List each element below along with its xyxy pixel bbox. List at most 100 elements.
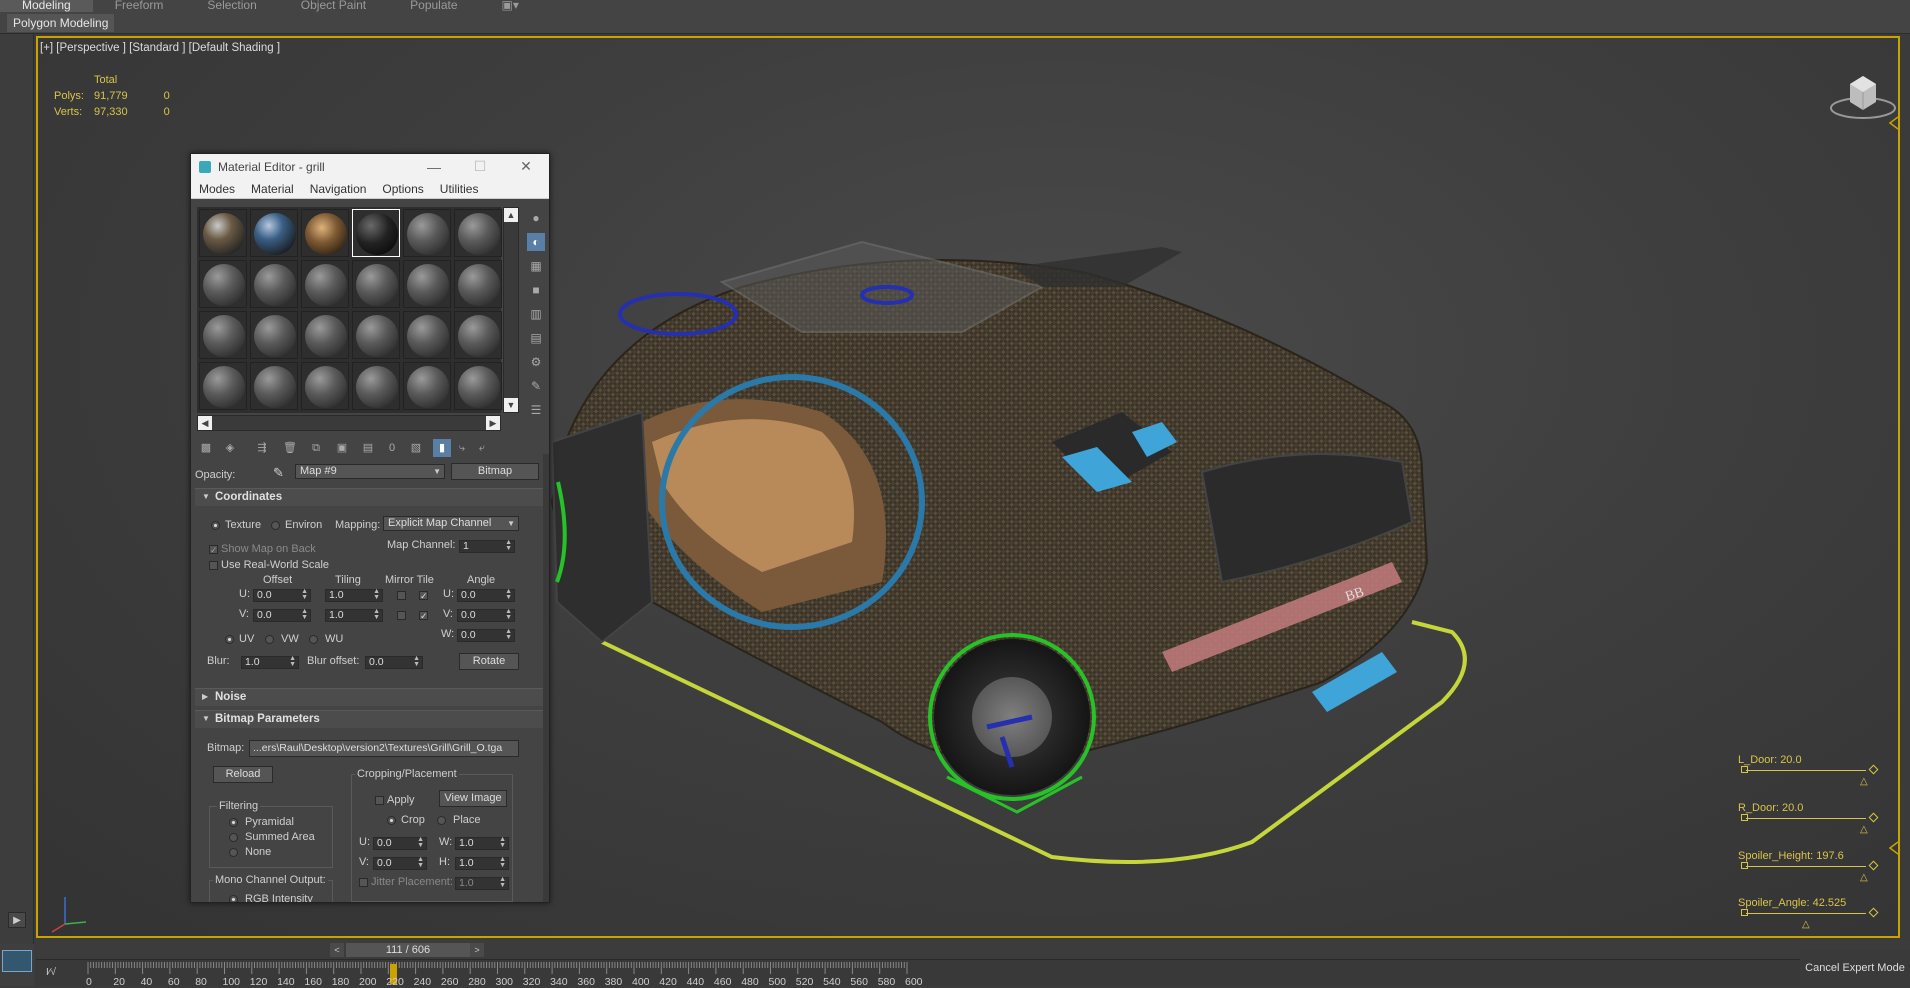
show-map-on-back-checkbox[interactable]: ✓ — [209, 545, 218, 555]
scroll-right-icon[interactable]: ▶ — [486, 416, 500, 430]
material-slot[interactable] — [301, 311, 349, 359]
material-slot[interactable] — [403, 311, 451, 359]
assign-material-icon[interactable]: ⇶ — [253, 439, 271, 457]
view-image-button[interactable]: View Image — [439, 790, 507, 807]
vw-radio[interactable] — [265, 635, 274, 644]
v-tile-checkbox[interactable]: ✓ — [419, 611, 428, 621]
show-end-result-icon[interactable]: ▧ — [407, 439, 425, 457]
material-map-navigator-icon[interactable]: ☰ — [527, 401, 545, 419]
crop-radio[interactable] — [387, 816, 396, 825]
menu-navigation[interactable]: Navigation — [302, 179, 375, 198]
key-mode-icon[interactable]: I∕√ — [46, 967, 56, 978]
backlight-icon[interactable]: ◐ — [527, 233, 545, 251]
apply-checkbox[interactable] — [375, 796, 384, 805]
uv-tiling-icon[interactable]: ■ — [527, 281, 545, 299]
scroll-up-icon[interactable]: ▲ — [504, 208, 518, 222]
param-l-door[interactable]: L_Door: 20.0 △ — [1738, 754, 1879, 787]
select-by-material-icon[interactable]: ✎ — [527, 377, 545, 395]
cancel-expert-mode-button[interactable]: Cancel Expert Mode — [1800, 950, 1910, 986]
material-slot[interactable] — [301, 362, 349, 410]
maximize-icon[interactable]: ☐ — [457, 158, 503, 175]
material-slot[interactable] — [352, 362, 400, 410]
next-frame-icon[interactable]: > — [470, 943, 484, 957]
jitter-checkbox[interactable] — [359, 878, 368, 887]
bitmap-parameters-rollout[interactable]: ▼ Bitmap Parameters — [195, 710, 547, 728]
v-offset-spinner[interactable]: 0.0 ▲ ▼ — [253, 608, 311, 622]
put-to-library-icon[interactable]: ▣ — [333, 439, 351, 457]
show-shaded-icon[interactable]: 0 — [383, 439, 401, 457]
map-type-button[interactable]: Bitmap — [451, 463, 539, 480]
reset-map-icon[interactable]: 🗑 — [281, 439, 299, 457]
rollout-scrollbar[interactable] — [543, 454, 549, 902]
material-slot[interactable] — [199, 260, 247, 308]
jitter-spinner[interactable]: 1.0 ▲ ▼ — [455, 876, 509, 890]
pyramidal-radio[interactable] — [229, 818, 238, 827]
tab-object-paint[interactable]: Object Paint — [279, 0, 388, 12]
u-angle-spinner[interactable]: 0.0 ▲ ▼ — [457, 588, 515, 602]
make-unique-icon[interactable]: ⧉ — [307, 439, 325, 457]
tab-modeling[interactable]: Modeling — [0, 0, 93, 12]
options-icon[interactable]: ⚙ — [527, 353, 545, 371]
material-slot[interactable] — [199, 362, 247, 410]
video-color-check-icon[interactable]: ▥ — [527, 305, 545, 323]
polygon-modeling-button[interactable]: Polygon Modeling — [7, 14, 115, 32]
play-arrow-icon[interactable]: ▶ — [8, 912, 26, 928]
coordinates-rollout[interactable]: ▼ Coordinates — [195, 488, 547, 506]
eyedropper-icon[interactable]: ✎ — [273, 465, 284, 481]
material-slot[interactable] — [352, 260, 400, 308]
time-slider[interactable]: 111 / 606 — [346, 943, 470, 957]
texture-radio[interactable] — [211, 521, 220, 530]
get-material-icon[interactable]: ▩ — [197, 439, 215, 457]
material-slot[interactable] — [301, 209, 349, 257]
sample-type-icon[interactable]: ● — [527, 209, 545, 227]
scroll-down-icon[interactable]: ▼ — [504, 398, 518, 412]
go-forward-icon[interactable]: ⤷ — [453, 439, 471, 457]
slots-horizontal-scrollbar[interactable]: ◀ ▶ — [197, 415, 501, 431]
ribbon-options-icon[interactable]: ▣▾ — [480, 0, 541, 12]
material-id-icon[interactable]: ▤ — [359, 439, 377, 457]
material-slot[interactable] — [301, 260, 349, 308]
blur-spinner[interactable]: 1.0 ▲ ▼ — [241, 655, 299, 669]
material-slot[interactable] — [403, 260, 451, 308]
slider-handle-icon[interactable]: △ — [1860, 872, 1868, 883]
v-angle-spinner[interactable]: 0.0 ▲ ▼ — [457, 608, 515, 622]
map-name-field[interactable]: Map #9 ▼ — [295, 464, 445, 479]
rotate-button[interactable]: Rotate — [459, 653, 519, 670]
mini-listener-button[interactable] — [2, 950, 32, 972]
slider-handle-icon[interactable]: △ — [1802, 919, 1810, 930]
tab-populate[interactable]: Populate — [388, 0, 479, 12]
param-spoiler-angle[interactable]: Spoiler_Angle: 42.525 △ — [1738, 897, 1879, 930]
make-preview-icon[interactable]: ▤ — [527, 329, 545, 347]
mapping-dropdown[interactable]: Explicit Map Channel ▼ — [383, 516, 519, 531]
material-slot[interactable] — [454, 260, 502, 308]
v-tiling-spinner[interactable]: 1.0 ▲ ▼ — [325, 608, 383, 622]
menu-utilities[interactable]: Utilities — [432, 179, 487, 198]
material-slot[interactable] — [454, 209, 502, 257]
none-radio[interactable] — [229, 848, 238, 857]
material-slot[interactable] — [199, 311, 247, 359]
slider-handle-icon[interactable]: △ — [1860, 824, 1868, 835]
u-offset-spinner[interactable]: 0.0 ▲ ▼ — [253, 588, 311, 602]
material-editor-titlebar[interactable]: Material Editor - grill — ☐ ✕ — [191, 154, 549, 179]
material-slot[interactable] — [250, 362, 298, 410]
material-slot[interactable] — [199, 209, 247, 257]
material-slot[interactable] — [352, 311, 400, 359]
menu-modes[interactable]: Modes — [191, 179, 243, 198]
wu-radio[interactable] — [309, 635, 318, 644]
reload-button[interactable]: Reload — [213, 766, 273, 783]
scroll-left-icon[interactable]: ◀ — [198, 416, 212, 430]
w-angle-spinner[interactable]: 0.0 ▲ ▼ — [457, 628, 515, 642]
material-slot[interactable] — [352, 209, 400, 257]
u-tiling-spinner[interactable]: 1.0 ▲ ▼ — [325, 588, 383, 602]
crop-v-spinner[interactable]: 0.0 ▲ ▼ — [373, 856, 427, 870]
go-to-parent-icon[interactable]: ▮ — [433, 439, 451, 457]
param-r-door[interactable]: R_Door: 20.0 △ — [1738, 802, 1879, 835]
prev-frame-icon[interactable]: < — [330, 943, 344, 957]
slider-handle-icon[interactable]: △ — [1860, 776, 1868, 787]
slots-vertical-scrollbar[interactable]: ▲ ▼ — [503, 207, 519, 413]
summed-area-radio[interactable] — [229, 833, 238, 842]
environ-radio[interactable] — [271, 521, 280, 530]
uv-radio[interactable] — [225, 635, 234, 644]
rgb-intensity-radio[interactable] — [229, 895, 238, 902]
put-material-icon[interactable]: ◈ — [221, 439, 239, 457]
